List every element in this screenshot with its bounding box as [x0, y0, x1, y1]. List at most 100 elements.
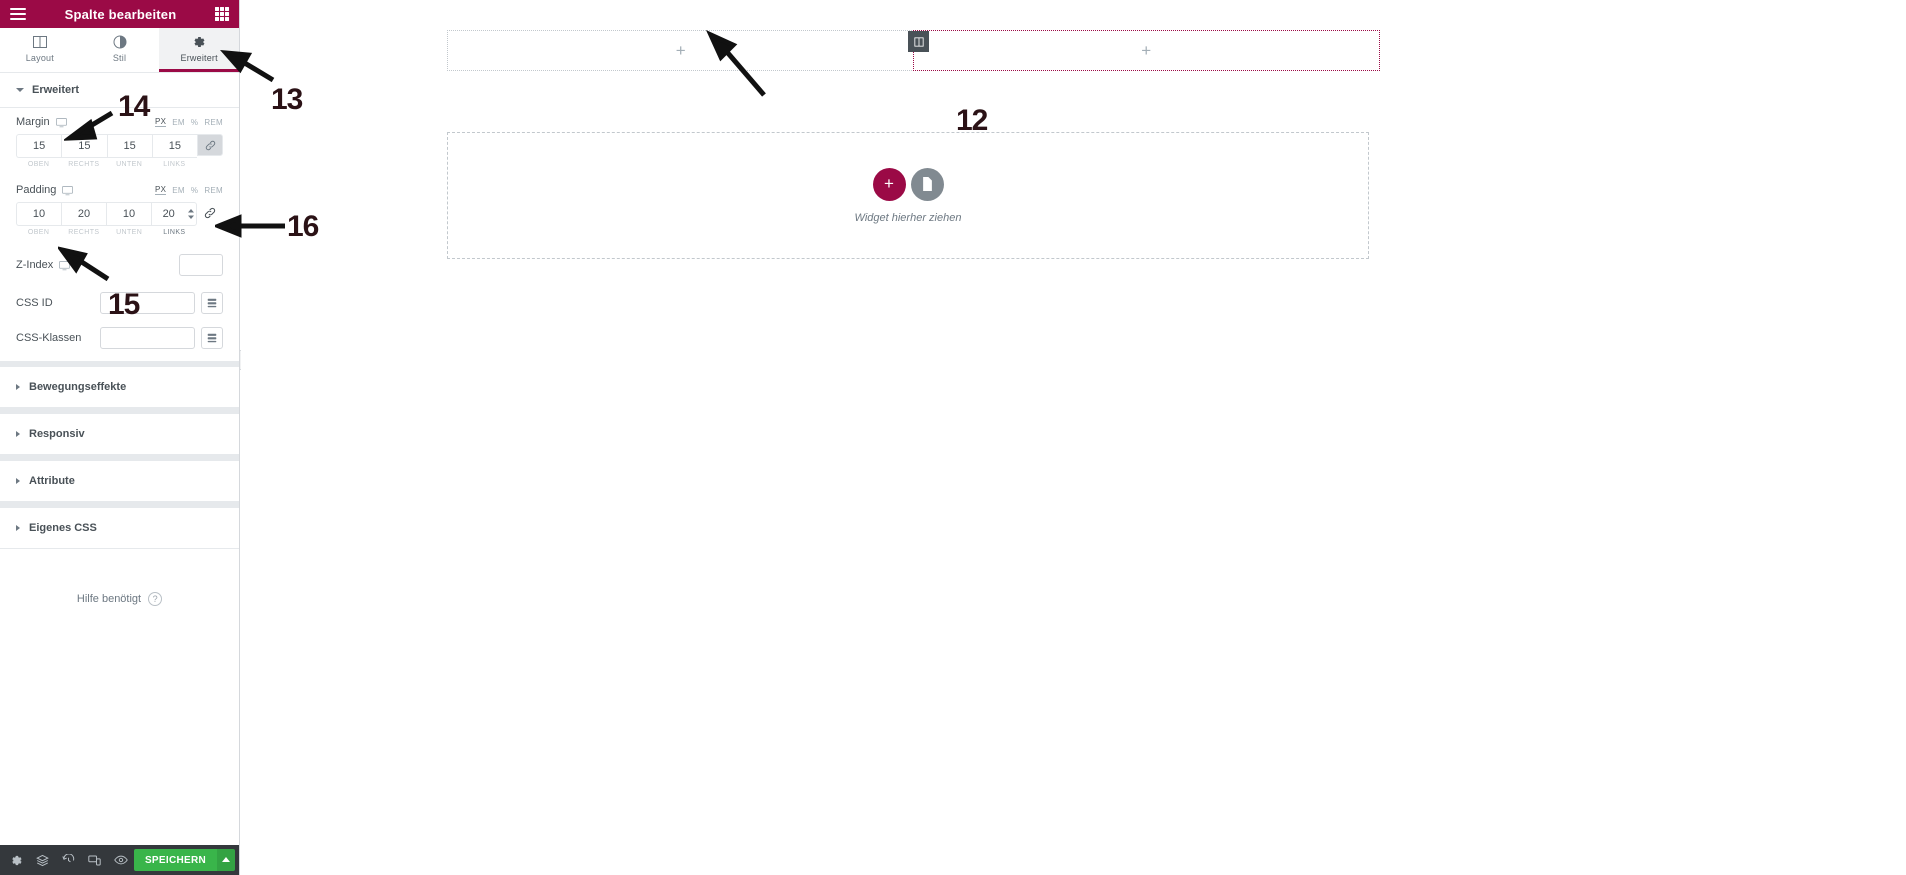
tab-erweitert-label: Erweitert — [180, 53, 218, 63]
padding-top-input[interactable] — [17, 203, 61, 225]
layers-icon[interactable] — [30, 845, 56, 875]
add-widget-button[interactable]: + — [872, 167, 906, 201]
zindex-field[interactable] — [179, 254, 223, 276]
annotation-14: 14 — [118, 90, 150, 123]
folder-icon[interactable] — [910, 167, 944, 201]
tab-erweitert[interactable]: Erweitert — [159, 28, 240, 72]
margin-left-input[interactable] — [152, 135, 197, 157]
margin-label: Margin — [16, 116, 50, 128]
hamburger-icon[interactable] — [10, 8, 26, 20]
margin-top-input[interactable] — [17, 135, 62, 157]
zindex-input[interactable] — [180, 255, 222, 275]
accordion-eigenes-css-label: Eigenes CSS — [29, 522, 97, 534]
help-label: Hilfe benötigt — [76, 593, 142, 605]
desktop-device-icon[interactable] — [59, 260, 71, 271]
padding-bottom-input[interactable] — [107, 203, 151, 225]
chevron-down-icon — [16, 88, 24, 92]
margin-link-values-button[interactable] — [197, 134, 223, 156]
padding-caption-right: RECHTS — [68, 229, 100, 236]
padding-unit-em[interactable]: EM — [172, 186, 185, 195]
save-button[interactable]: SPEICHERN — [133, 849, 217, 871]
panel-header: Spalte bearbeiten — [0, 0, 239, 28]
margin-top-field[interactable] — [16, 134, 62, 158]
padding-caption-bottom: UNTEN — [116, 229, 143, 236]
padding-unit-rem[interactable]: REM — [204, 186, 223, 195]
padding-left-input[interactable] — [152, 203, 186, 225]
accordion-eigenes-css[interactable]: Eigenes CSS — [0, 508, 239, 549]
padding-unit-pct[interactable]: % — [191, 186, 198, 195]
padding-unit-px[interactable]: PX — [155, 185, 167, 195]
padding-caption-top: OBEN — [27, 229, 50, 236]
annotation-16: 16 — [287, 210, 319, 243]
save-group: SPEICHERN — [133, 849, 235, 871]
padding-caption-left: LINKS — [163, 229, 186, 236]
dynamic-tags-icon[interactable] — [201, 292, 223, 314]
margin-right-input[interactable] — [62, 135, 107, 157]
grid-icon[interactable] — [215, 7, 229, 21]
responsive-mode-icon[interactable] — [82, 845, 108, 875]
editor-panel: Spalte bearbeiten Layout Stil Erweitert … — [0, 0, 240, 875]
margin-caption-left: LINKS — [163, 161, 186, 168]
accordion-bewegungseffekte-label: Bewegungseffekte — [29, 381, 127, 393]
accordion-responsiv-label: Responsiv — [29, 428, 85, 440]
padding-left-stepper[interactable] — [185, 208, 196, 220]
padding-bottom-field[interactable] — [106, 202, 151, 226]
settings-icon[interactable] — [4, 845, 30, 875]
chevron-right-icon — [16, 431, 20, 437]
tab-layout[interactable]: Layout — [0, 28, 80, 72]
canvas-column-2[interactable]: + — [912, 30, 1380, 71]
panel-footer: SPEICHERN — [0, 845, 239, 875]
tab-layout-label: Layout — [25, 53, 54, 63]
annotation-13: 13 — [271, 83, 303, 116]
chevron-right-icon — [16, 525, 20, 531]
margin-unit-pct[interactable]: % — [191, 118, 198, 127]
margin-right-field[interactable] — [61, 134, 107, 158]
padding-inputs — [16, 202, 223, 226]
tab-stil[interactable]: Stil — [80, 28, 160, 72]
dynamic-tags-icon[interactable] — [201, 327, 223, 349]
save-options-caret-icon[interactable] — [217, 849, 235, 871]
desktop-device-icon[interactable] — [62, 185, 74, 196]
canvas-column-1[interactable]: + — [448, 31, 914, 70]
annotation-12: 12 — [956, 104, 988, 137]
css-id-label: CSS ID — [16, 297, 53, 309]
margin-bottom-field[interactable] — [106, 134, 152, 158]
margin-unit-rem[interactable]: REM — [204, 118, 223, 127]
margin-bottom-input[interactable] — [107, 135, 152, 157]
accordion-bewegungseffekte[interactable]: Bewegungseffekte — [0, 367, 239, 408]
plus-icon[interactable]: + — [1141, 42, 1151, 59]
css-classes-input[interactable] — [101, 328, 194, 348]
padding-control-row: Padding PX EM % REM — [16, 184, 223, 196]
accordion-responsiv[interactable]: Responsiv — [0, 414, 239, 455]
padding-left-field[interactable] — [151, 202, 197, 226]
margin-captions: OBEN RECHTS UNTEN LINKS — [16, 158, 223, 168]
margin-unit-em[interactable]: EM — [172, 118, 185, 127]
gear-icon — [192, 34, 206, 49]
zindex-label: Z-Index — [16, 259, 54, 271]
columns-icon — [32, 34, 47, 49]
margin-unit-px[interactable]: PX — [155, 117, 167, 127]
padding-label: Padding — [16, 184, 57, 196]
section-erweitert-body: Margin PX EM % REM 15 15 15 15 OBEN RECH… — [0, 108, 239, 361]
desktop-device-icon[interactable] — [55, 117, 67, 128]
margin-left-field[interactable] — [151, 134, 197, 158]
accordion-attribute[interactable]: Attribute — [0, 461, 239, 502]
canvas-drop-section[interactable]: + Widget hierher ziehen — [447, 132, 1369, 259]
padding-unit-switcher: PX EM % REM — [155, 185, 223, 195]
history-icon[interactable] — [56, 845, 82, 875]
padding-right-input[interactable] — [62, 203, 106, 225]
column-handle-icon[interactable] — [908, 31, 929, 52]
panel-body: Erweitert Margin PX EM % REM 15 15 15 15… — [0, 73, 239, 845]
tab-stil-label: Stil — [112, 53, 127, 63]
contrast-icon — [113, 34, 127, 49]
chevron-right-icon — [16, 478, 20, 484]
preview-icon[interactable] — [108, 845, 134, 875]
help-link[interactable]: Hilfe benötigt ? — [76, 592, 163, 606]
padding-link-values-button[interactable] — [197, 202, 223, 224]
padding-captions: OBEN RECHTS UNTEN LINKS — [16, 226, 223, 236]
padding-right-field[interactable] — [61, 202, 106, 226]
css-classes-field[interactable] — [100, 327, 195, 349]
drop-actions: + — [872, 167, 944, 201]
padding-top-field[interactable] — [16, 202, 61, 226]
plus-icon[interactable]: + — [676, 42, 686, 59]
